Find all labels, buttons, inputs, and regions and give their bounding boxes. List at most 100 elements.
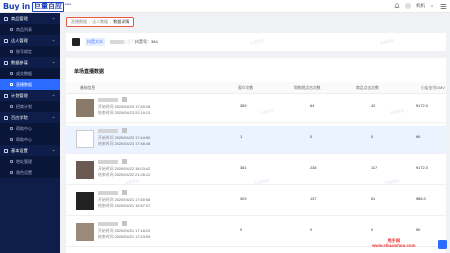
sidebar-item-label: 商品列表 [16,26,32,32]
sidebar-item[interactable]: 直播数据 [0,79,60,90]
sidebar-item-label: 帮助中心 [16,125,32,131]
user-avatar[interactable] [405,3,411,9]
sidebar-item-label: 角色设置 [16,169,32,175]
breadcrumb: 直播数据 / 达人数据 / 数据详情 [66,17,135,27]
sidebar-item-icon [10,127,13,130]
bag-clicks-cell: 238 [310,165,317,170]
sidebar-group-icon [4,115,8,120]
menu-icon[interactable] [440,3,447,10]
room-id: 抖音号：384 [135,39,158,44]
sidebar-item[interactable]: 招商计划 [0,101,60,112]
bag-clicks-cell: 0 [310,134,313,139]
header-gmv: 小店支付GMV [421,86,445,90]
product-clicks-cell: 42 [371,103,376,108]
sidebar-group-icon [4,16,8,21]
sidebar-group[interactable]: 基本设置 [0,145,60,156]
sidebar-item[interactable]: 成交数据 [0,68,60,79]
sidebar-group[interactable]: 百应学院 [0,112,60,123]
brand-logo-en: Buy in [3,2,31,11]
sidebar-group-icon [4,93,8,98]
sidebar-group[interactable]: 商品管理 [0,13,60,24]
breadcrumb-separator: / [110,19,112,25]
header-viewers: 观众次数 [238,86,254,90]
table-row[interactable]: 开始时间2020/04/21 17:50:56 结束时间2020/04/21 19… [66,188,446,216]
header-bag-clicks: 购物袋点击次数 [294,86,321,90]
redacted-mark [122,159,127,164]
end-time: 结束时间2020/04/23 17:46:48 [98,141,151,146]
redacted-mark [122,221,127,226]
gmv-cell: ¥0 [416,227,421,232]
sidebar-item[interactable]: 商品列表 [0,24,60,35]
live-title-redacted [98,191,118,195]
sidebar-group-icon [4,60,8,65]
live-cover-thumbnail [76,161,94,179]
sidebar-group[interactable]: 数据参谋 [0,57,60,68]
sidebar-item-icon [10,171,13,174]
viewers-cell: 381 [240,165,247,170]
live-cover-thumbnail [76,192,94,210]
product-clicks-cell: 0 [371,134,374,139]
product-clicks-cell: 61 [371,196,376,201]
divider: | [129,39,131,45]
chevron-up-icon [52,94,55,97]
user-name[interactable]: 机机 [416,3,425,9]
sidebar-group-icon [4,38,8,43]
live-title-redacted [98,129,118,133]
end-time: 结束时间2020/04/21 19:57:07 [98,203,151,208]
sidebar-item[interactable]: 帮助中心 [0,134,60,145]
sidebar-group[interactable]: 计划管理 [0,90,60,101]
sidebar-item[interactable]: 角色设置 [0,167,60,178]
sidebar-item-label: 账号绑定 [16,48,32,54]
sidebar-item-label: 成交数据 [16,70,32,76]
sidebar-item-icon [10,83,13,86]
sidebar-item[interactable]: 账号绑定 [0,46,60,57]
header-product-clicks: 商品点击次数 [356,86,379,90]
card-title: 单场直播数据 [74,69,105,75]
sidebar-item-icon [10,72,13,75]
sidebar-item-icon [10,105,13,108]
chevron-up-icon [52,39,55,42]
viewers-cell: 0 [240,227,243,232]
viewers-cell: 309 [240,196,247,201]
end-time: 结束时间2020/04/21 17:24:59 [98,234,151,239]
sidebar-group-label: 达人管理 [11,37,28,43]
room-tag: 抖音大众 [85,38,105,46]
sidebar-group-label: 百应学院 [11,114,28,120]
site-watermark: 甩手网 www.shuaishou.com [372,238,416,248]
live-data-card: 单场直播数据 基础信息 观众次数 购物袋点击次数 商品点击次数 小店支付GMV … [66,58,446,253]
header-basic-info: 基础信息 [80,86,96,90]
room-avatar [72,38,80,46]
brand-logo[interactable]: Buy in 巨量百应 beta [3,1,71,12]
redacted-mark [122,97,127,102]
chevron-down-icon[interactable] [430,4,434,8]
breadcrumb-separator: / [89,19,91,25]
table-row[interactable]: 开始时间2020/04/22 18:03:42 结束时间2020/04/22 21… [66,157,446,185]
bag-clicks-cell: 137 [310,196,317,201]
live-title-redacted [98,222,118,226]
breadcrumb-current: 数据详情 [113,19,130,24]
breadcrumb-live-data[interactable]: 直播数据 [71,19,87,25]
sidebar-group-label: 计划管理 [11,92,28,98]
chevron-up-icon [52,61,55,64]
table-row[interactable]: 开始时间2020/04/23 17:44:50 结束时间2020/04/23 17… [66,126,446,154]
live-cover-thumbnail [76,223,94,241]
live-title-redacted [98,160,118,164]
sidebar-item[interactable]: 地址管理 [0,156,60,167]
room-info-bar: 抖音大众 | 抖音号：384 [66,33,446,51]
gmv-cell: ¥86.0 [416,196,426,201]
redacted-mark [122,128,127,133]
top-bar: Buy in 巨量百应 beta 机机 [0,0,450,13]
breadcrumb-influencer-data[interactable]: 达人数据 [92,19,108,25]
chevron-up-icon [52,17,55,20]
site-watermark-url: www.shuaishou.com [372,243,416,248]
sidebar-group[interactable]: 达人管理 [0,35,60,46]
brand-beta-tag: beta [65,2,71,6]
float-help-button[interactable] [438,240,447,249]
sidebar-item-label: 招商计划 [16,103,32,109]
viewers-cell: 1 [240,134,243,139]
table-row[interactable]: 开始时间2020/04/23 17:50:26 结束时间2020/04/23 20… [66,95,446,123]
sidebar-item[interactable]: 帮助中心 [0,123,60,134]
live-title-redacted [98,98,118,102]
bell-icon[interactable] [394,3,400,9]
bag-clicks-cell: 0 [310,227,313,232]
